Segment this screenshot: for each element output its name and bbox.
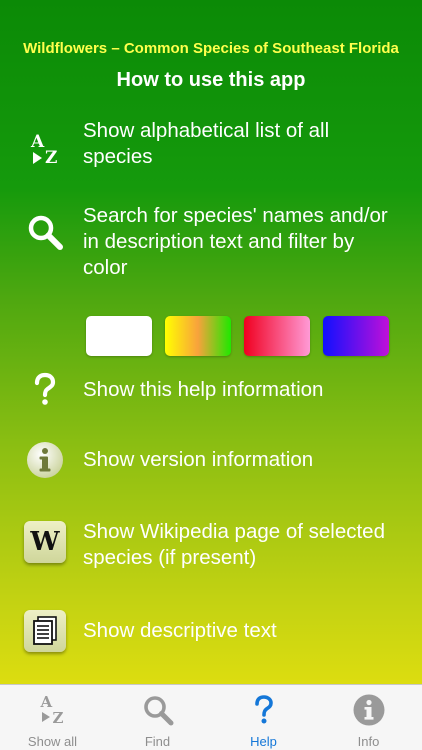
az-list-icon: A Z [40,693,64,727]
document-icon [22,608,68,654]
page-title: How to use this app [116,69,306,91]
help-text-wikipedia: Show Wikipedia page of selected species … [83,520,385,569]
tab-info[interactable]: Info [316,685,421,750]
color-swatch-blue[interactable] [323,316,389,356]
info-icon [22,437,68,483]
tab-find[interactable]: Find [105,685,210,750]
search-icon [22,209,68,255]
tab-label: Find [144,734,171,749]
tab-help[interactable]: Help [211,685,316,750]
color-filter-swatches [86,316,390,356]
wikipedia-icon: W [22,519,68,565]
search-icon [105,693,210,727]
tab-show-all[interactable]: A Z Show all [0,685,105,750]
color-swatch-yellow[interactable] [165,316,231,356]
info-icon [316,693,421,727]
help-text-info: Show version information [83,448,314,471]
az-list-icon: A Z [31,132,58,168]
help-text-help: Show this help information [83,378,324,401]
help-text-search: Search for species' names and/or in desc… [83,204,388,279]
tab-label: Info [357,734,380,749]
help-text-alphabetical: Show alphabetical list of all species [83,119,330,168]
app-title: Wildflowers – Common Species of Southeas… [23,40,399,57]
color-swatch-red[interactable] [244,316,310,356]
question-icon [211,693,316,727]
color-swatch-white[interactable] [86,316,152,356]
tab-bar: A Z Show all Find Help Info [0,684,422,750]
tab-label: Show all [27,734,78,749]
question-icon [22,367,68,413]
tab-label: Help [250,734,277,749]
help-text-document: Show descriptive text [83,619,277,642]
